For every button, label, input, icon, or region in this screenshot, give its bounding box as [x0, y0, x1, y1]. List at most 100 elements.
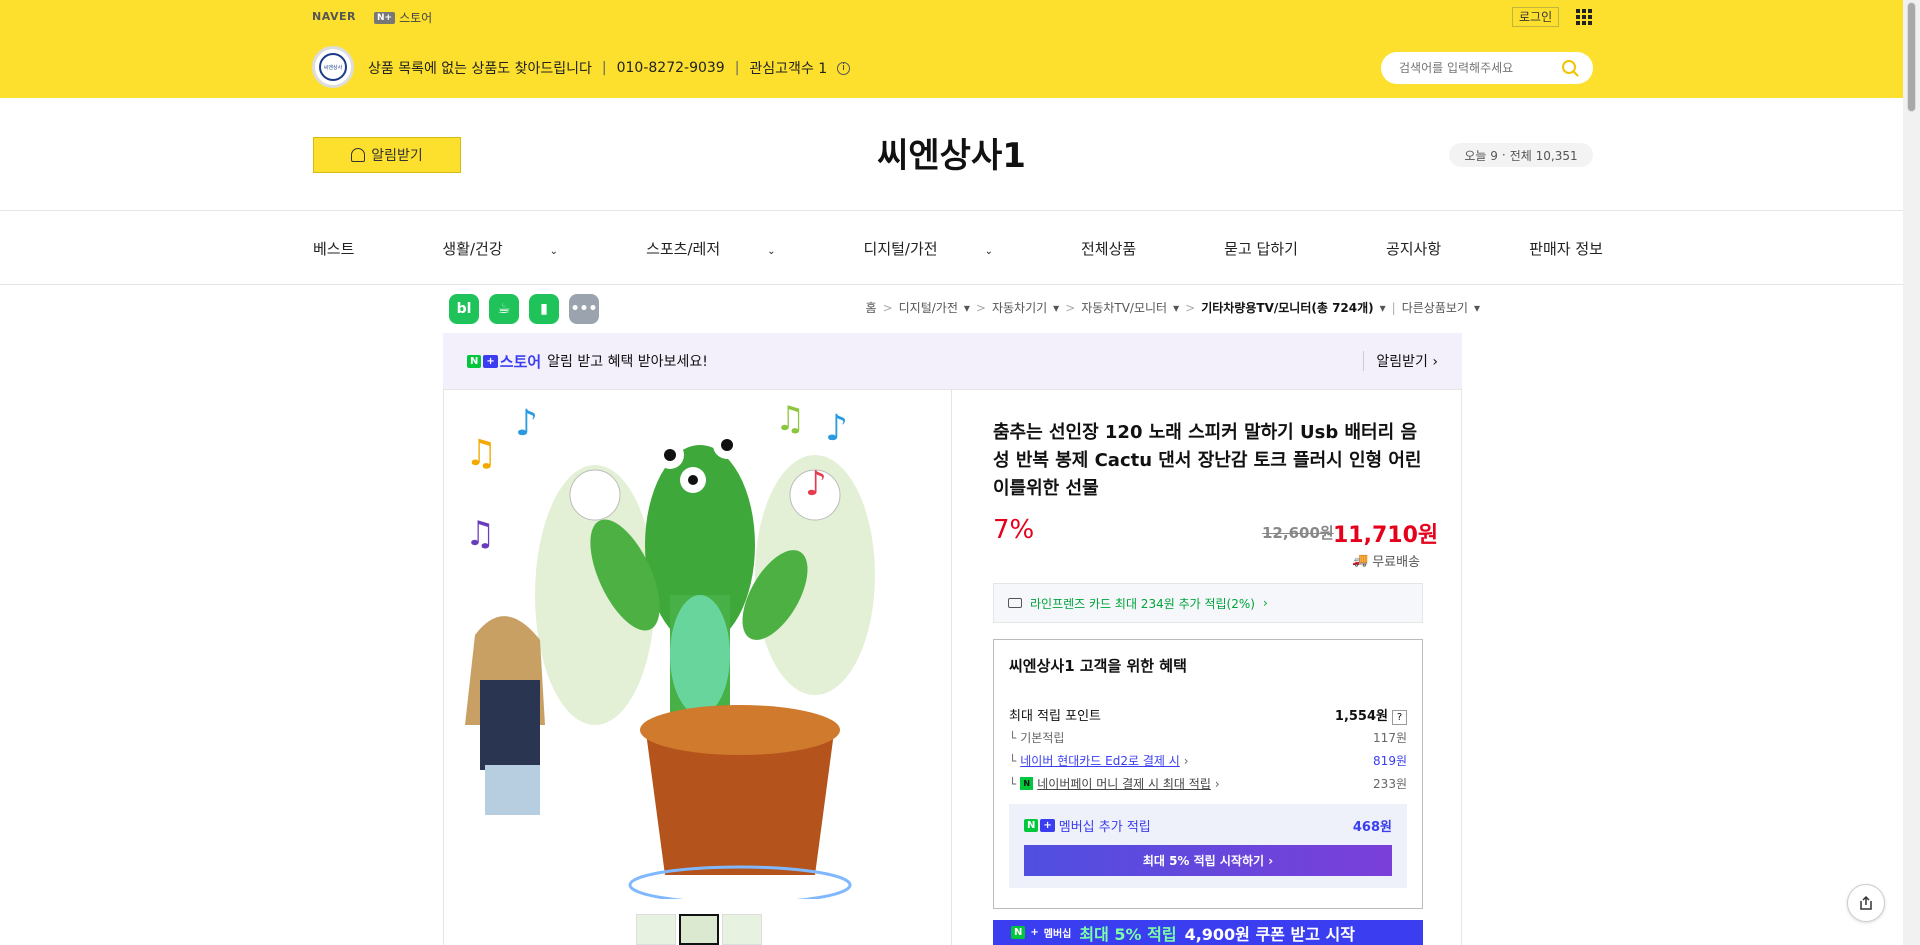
- breadcrumb-separator: >: [1065, 300, 1076, 315]
- chevron-down-icon[interactable]: ▾: [964, 301, 970, 315]
- product-title: 춤추는 선인장 120 노래 스피커 말하기 Usb 배터리 음성 반복 봉제 …: [993, 422, 1422, 499]
- chevron-down-icon: ⌄: [549, 246, 559, 257]
- basic-point-value: 117원: [1373, 731, 1407, 745]
- breadcrumb-separator: >: [975, 300, 986, 315]
- nav-item-label: 공지사항: [1385, 240, 1442, 258]
- card-point-row[interactable]: └ 네이버 현대카드 Ed2로 결제 시 › 819원: [1009, 752, 1407, 769]
- dot-separator: ·: [1501, 148, 1506, 162]
- promo-text: 알림 받고 혜택 받아보세요!: [547, 354, 708, 370]
- chevron-down-icon[interactable]: ▾: [1173, 301, 1179, 315]
- breadcrumb-item[interactable]: 기타차량용TV/모니터(총 724개): [1201, 299, 1373, 316]
- thumbnail[interactable]: [636, 914, 676, 945]
- promo-alarm-link[interactable]: 알림받기 ›: [1363, 351, 1438, 371]
- nplus-store-label: 스토어: [499, 352, 542, 371]
- nplus-store-logo: N + 스토어: [467, 351, 541, 372]
- more-icon[interactable]: •••: [569, 294, 599, 324]
- nav-item[interactable]: 스포츠/레저 ⌄: [646, 238, 819, 259]
- membership-start-button[interactable]: 최대 5% 적립 시작하기 ›: [1024, 845, 1392, 876]
- nplus-icon: N +: [1024, 819, 1055, 832]
- membership-coupon-banner[interactable]: N + 멤버십 최대 5% 적립 4,900원 쿠폰 받고 시작: [993, 920, 1423, 945]
- divider: [0, 284, 1903, 285]
- breadcrumb-item[interactable]: 자동차TV/모니터: [1081, 299, 1167, 316]
- npay-point-row[interactable]: └ N 네이버페이 머니 결제 시 최대 적립 › 233원: [1009, 775, 1407, 792]
- nstore-label: 스토어: [399, 11, 433, 25]
- max-point-value: 1,554원: [1334, 709, 1388, 724]
- chevron-down-icon[interactable]: ▾: [1053, 301, 1059, 315]
- shop-title[interactable]: 씨엔상사1: [0, 128, 1903, 177]
- breadcrumb: 홈 > 디지털/가전 ▾ > 자동차기기 ▾ > 자동차TV/모니터 ▾ > 기타차량용TV/모니터(…: [866, 299, 1480, 316]
- shop-logo[interactable]: 씨엔상사: [312, 46, 354, 88]
- product-image[interactable]: ♫ ♪ ♫ ♪ ♪ ♫: [445, 395, 950, 899]
- nav-item-label: 베스트: [313, 240, 355, 258]
- chevron-down-icon: ⌄: [984, 246, 993, 257]
- breadcrumb-item[interactable]: 다른상품보기: [1402, 299, 1468, 316]
- card-benefit[interactable]: 라인프렌즈 카드 최대 234원 추가 적립(2%) ›: [993, 583, 1423, 623]
- card-point-link[interactable]: 네이버 현대카드 Ed2로 결제 시: [1020, 752, 1180, 769]
- sale-price: 11,710원: [1333, 523, 1439, 548]
- svg-text:♫: ♫: [465, 433, 497, 474]
- npay-point-link[interactable]: 네이버페이 머니 결제 시 최대 적립: [1037, 775, 1211, 792]
- npay-icon: N: [1020, 777, 1034, 790]
- blog-share-icon[interactable]: bl: [449, 294, 479, 324]
- truck-icon: 🚚: [1352, 553, 1369, 568]
- thumbnail-strip: [636, 914, 762, 945]
- breadcrumb-item[interactable]: 자동차기기: [992, 299, 1047, 316]
- thumbnail-selected[interactable]: [679, 914, 719, 945]
- benefit-title: 씨엔상사1 고객을 위한 혜택: [1009, 657, 1187, 675]
- visitor-count: 오늘 9 · 전체 10,351: [1449, 143, 1593, 167]
- coupon-badge-label: 멤버십: [1043, 929, 1072, 940]
- cafe-share-icon[interactable]: ☕: [489, 294, 519, 324]
- nplus-membership-badge: N + 멤버십: [1011, 925, 1071, 940]
- store-bar: [0, 34, 1903, 98]
- search-icon[interactable]: [1562, 60, 1576, 74]
- nav-item[interactable]: 생활/건강 ⌄: [442, 238, 602, 259]
- category-nav: 베스트 생활/건강 ⌄ 스포츠/레저 ⌄ 디지털/가전 ⌄ 전체상품 묻고 답하기 공지사항 판매자…: [313, 238, 1691, 259]
- coupon-text: 4,900원 쿠폰 받고 시작: [1184, 924, 1355, 944]
- nav-item-label: 생활/건강: [442, 240, 503, 258]
- nav-item[interactable]: 묻고 답하기: [1224, 238, 1342, 259]
- membership-row: N + 멤버십 추가 적립 468원: [1024, 816, 1392, 835]
- apps-grid-icon[interactable]: [1576, 9, 1592, 25]
- share-icon[interactable]: [1847, 884, 1885, 922]
- nav-item-label: 묻고 답하기: [1224, 240, 1298, 258]
- login-button[interactable]: 로그인: [1512, 7, 1560, 27]
- page-scrollbar[interactable]: [1903, 0, 1920, 945]
- store-tagline: 상품 목록에 없는 상품도 찾아드립니다: [368, 61, 592, 77]
- thumbnail[interactable]: [722, 914, 762, 945]
- nav-item[interactable]: 판매자 정보: [1529, 238, 1647, 259]
- chevron-down-icon[interactable]: ▾: [1380, 301, 1386, 315]
- help-icon[interactable]: ?: [1392, 710, 1407, 725]
- chevron-down-icon[interactable]: ▾: [1474, 301, 1480, 315]
- basic-point-label: 기본적립: [1020, 731, 1065, 745]
- nplus-badge: N+: [374, 11, 396, 24]
- shipping-label: 무료배송: [1372, 555, 1421, 570]
- breadcrumb-item[interactable]: 홈: [866, 299, 877, 316]
- nav-item[interactable]: 공지사항: [1386, 238, 1485, 259]
- scrollbar-thumb[interactable]: [1907, 2, 1916, 112]
- max-point-row: 최대 적립 포인트 1,554원?: [1009, 705, 1407, 725]
- svg-text:♫: ♫: [465, 514, 495, 554]
- visitor-today: 오늘 9: [1464, 148, 1498, 163]
- bookmark-share-icon[interactable]: ▮: [529, 294, 559, 324]
- nav-item[interactable]: 베스트: [313, 238, 398, 259]
- info-icon[interactable]: i: [837, 61, 851, 75]
- nav-item[interactable]: 디지털/가전 ⌄: [864, 238, 1037, 259]
- divider: |: [601, 60, 607, 76]
- nplus-promo-banner[interactable]: N + 스토어 알림 받고 혜택 받아보세요! 알림받기 ›: [443, 333, 1462, 389]
- shipping-info: 🚚 무료배송: [1352, 551, 1420, 570]
- promo-alarm-label: 알림받기: [1376, 354, 1428, 370]
- discount-rate: 7%: [993, 515, 1035, 545]
- svg-text:♪: ♪: [515, 403, 538, 444]
- svg-text:♪: ♪: [805, 464, 827, 504]
- naver-topbar: [0, 0, 1903, 34]
- nav-item-label: 전체상품: [1080, 240, 1137, 258]
- shop-logo-mark: 씨엔상사: [319, 53, 347, 81]
- nav-item[interactable]: 전체상품: [1081, 238, 1180, 259]
- max-point-label: 최대 적립 포인트: [1009, 709, 1101, 724]
- naver-logo[interactable]: NAVER: [312, 10, 356, 23]
- nstore-link[interactable]: N+ 스토어: [374, 9, 432, 26]
- breadcrumb-item[interactable]: 디지털/가전: [899, 299, 958, 316]
- membership-label: 멤버십 추가 적립: [1058, 820, 1151, 835]
- nav-item-label: 스포츠/레저: [646, 240, 721, 258]
- divider: [0, 210, 1903, 211]
